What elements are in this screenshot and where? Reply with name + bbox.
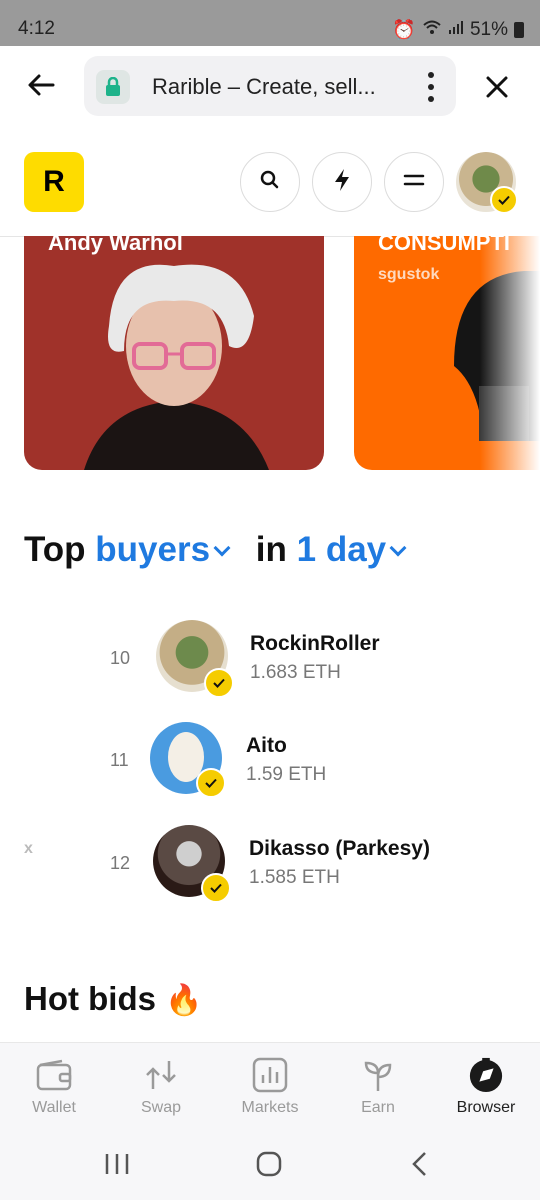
avatar — [156, 620, 234, 698]
nav-markets[interactable]: Markets — [220, 1057, 320, 1117]
url-bar[interactable]: Rarible – Create, sell... — [84, 56, 456, 116]
signal-icon — [448, 19, 464, 41]
home-icon[interactable] — [256, 1151, 282, 1182]
url-title: Rarible – Create, sell... — [152, 74, 376, 99]
site-header: R — [0, 128, 540, 237]
battery-text: 51% — [469, 19, 508, 40]
buyer-amount: 1.59 ETH — [246, 764, 327, 785]
more-options-icon[interactable] — [426, 72, 436, 102]
verified-badge-icon — [196, 768, 226, 798]
status-bar: 4:12 ⏰ 51% — [0, 0, 540, 46]
nav-label: Markets — [241, 1099, 299, 1116]
lock-icon — [96, 70, 130, 104]
verified-badge-icon — [490, 186, 518, 214]
nav-label: Earn — [361, 1099, 395, 1116]
period-dropdown[interactable]: 1 day — [297, 530, 413, 569]
nav-browser[interactable]: Browser — [436, 1057, 536, 1117]
category-label: buyers — [95, 530, 211, 569]
nav-earn[interactable]: Earn — [328, 1057, 428, 1117]
close-icon[interactable] — [482, 72, 512, 102]
logo-letter: R — [43, 165, 65, 198]
buyer-name: Dikasso (Parkesy) — [249, 837, 430, 860]
avatar — [153, 825, 231, 903]
system-back-icon[interactable] — [410, 1151, 428, 1182]
fire-icon: 🔥 — [165, 984, 203, 1017]
system-nav — [0, 1130, 540, 1200]
avatar[interactable] — [456, 152, 518, 214]
verified-badge-icon — [204, 668, 234, 698]
menu-icon — [403, 173, 425, 192]
top-buyers-heading: Top buyers in 1 day — [24, 530, 412, 570]
buyer-rank: 12 — [110, 853, 131, 873]
markets-icon — [252, 1057, 288, 1093]
buyer-rank: 10 — [110, 648, 131, 668]
wallet-icon — [36, 1057, 72, 1093]
period-label: 1 day — [296, 530, 387, 569]
buyer-row[interactable]: 11 Aito 1.59 ETH — [0, 722, 540, 812]
nav-swap[interactable]: Swap — [111, 1057, 211, 1117]
recent-apps-icon[interactable] — [104, 1152, 130, 1181]
avatar — [150, 722, 226, 798]
wifi-icon — [422, 19, 442, 41]
category-dropdown[interactable]: buyers — [95, 530, 236, 569]
hot-bids-heading: Hot bids 🔥 — [24, 980, 203, 1018]
browser-icon — [468, 1057, 504, 1093]
nav-label: Browser — [456, 1099, 516, 1116]
buyer-amount: 1.585 ETH — [249, 867, 340, 888]
heading-prefix: Top — [24, 530, 86, 569]
chevron-down-icon — [213, 539, 231, 557]
nav-wallet[interactable]: Wallet — [4, 1057, 104, 1117]
rarible-logo[interactable]: R — [24, 152, 84, 212]
battery-icon — [514, 22, 524, 38]
status-time: 4:12 — [18, 18, 55, 39]
buyer-name: Aito — [246, 734, 287, 757]
heading-in: in — [255, 530, 287, 569]
nav-label: Wallet — [32, 1099, 76, 1116]
card-artwork — [84, 264, 269, 470]
buyer-rank: 11 — [110, 750, 129, 770]
alarm-icon: ⏰ — [392, 20, 416, 41]
hot-bids-title: Hot bids — [24, 980, 156, 1017]
bottom-nav: Wallet Swap Markets Earn Browser — [0, 1042, 540, 1131]
featured-card-andy-warhol[interactable]: Andy Warhol — [24, 236, 324, 470]
chevron-down-icon — [389, 539, 407, 557]
buyer-row[interactable]: 10 RockinRoller 1.683 ETH — [0, 620, 540, 710]
buyer-name: RockinRoller — [250, 632, 380, 655]
status-icons: ⏰ 51% — [392, 18, 524, 42]
earn-icon — [360, 1057, 396, 1093]
featured-card-consumption[interactable]: CONSUMPTI sgustok — [354, 236, 540, 470]
search-button[interactable] — [240, 152, 300, 212]
back-arrow-icon[interactable] — [24, 68, 58, 102]
buyer-row[interactable]: 12 Dikasso (Parkesy) 1.585 ETH — [0, 825, 540, 915]
browser-header: Rarible – Create, sell... — [0, 46, 540, 128]
lightning-icon — [333, 168, 351, 197]
nav-label: Swap — [140, 1099, 182, 1116]
menu-button[interactable] — [384, 152, 444, 212]
verified-badge-icon — [201, 873, 231, 903]
buyer-amount: 1.683 ETH — [250, 662, 341, 683]
activity-button[interactable] — [312, 152, 372, 212]
swap-icon — [143, 1057, 179, 1093]
search-icon — [260, 170, 280, 195]
